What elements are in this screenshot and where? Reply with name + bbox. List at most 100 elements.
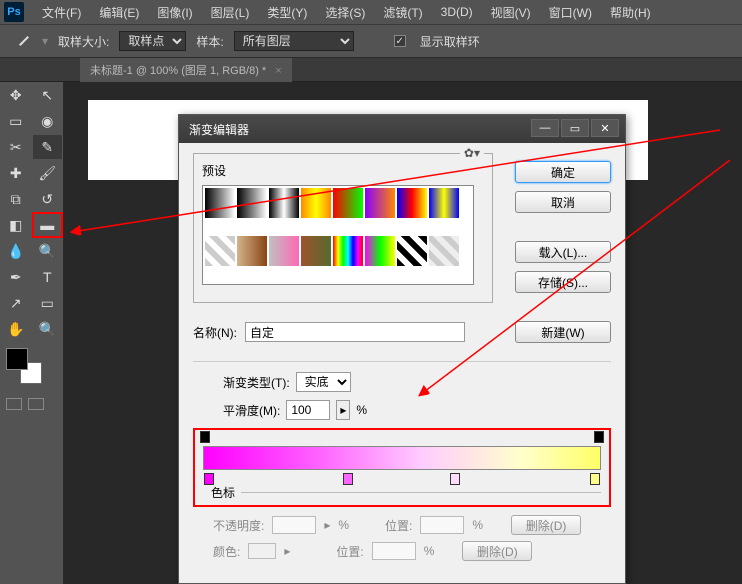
preset-swatch[interactable]	[301, 236, 331, 266]
color-swatches[interactable]	[6, 348, 46, 388]
color-swatch[interactable]	[248, 543, 276, 559]
menu-view[interactable]: 视图(V)	[483, 1, 539, 24]
crop-tool[interactable]: ✂	[1, 135, 31, 159]
screenmode-icon[interactable]	[28, 398, 44, 410]
menu-help[interactable]: 帮助(H)	[602, 1, 659, 24]
preset-swatch[interactable]	[333, 188, 363, 218]
preset-swatch[interactable]	[269, 236, 299, 266]
menu-image[interactable]: 图像(I)	[149, 1, 200, 24]
save-button[interactable]: 存储(S)...	[515, 271, 611, 293]
quickmask-icon[interactable]	[6, 398, 22, 410]
select-tool[interactable]: ↖	[33, 83, 63, 107]
eyedropper-icon	[16, 33, 32, 49]
delete-color-button[interactable]: 删除(D)	[462, 541, 532, 561]
position-label-1: 位置:	[385, 517, 412, 534]
position-input-2[interactable]	[372, 542, 416, 560]
path-tool[interactable]: ↗	[1, 291, 31, 315]
preset-swatch[interactable]	[205, 188, 235, 218]
opacity-input[interactable]	[272, 516, 316, 534]
menu-filter[interactable]: 滤镜(T)	[375, 1, 430, 24]
presets-menu-icon[interactable]: ✿▾	[460, 146, 484, 160]
history-brush-tool[interactable]: ↺	[33, 187, 63, 211]
position-input-1[interactable]	[420, 516, 464, 534]
preset-swatch[interactable]	[365, 236, 395, 266]
color-stop-2[interactable]	[343, 473, 353, 485]
dialog-title: 渐变编辑器	[189, 121, 249, 138]
eraser-tool[interactable]: ◧	[1, 213, 31, 237]
gradient-bar[interactable]	[203, 446, 601, 470]
ok-button[interactable]: 确定	[515, 161, 611, 183]
marquee-tool[interactable]: ▭	[1, 109, 31, 133]
eyedropper-tool[interactable]: ✎	[33, 135, 63, 159]
shape-tool[interactable]: ▭	[33, 291, 63, 315]
zoom-tool[interactable]: 🔍	[33, 317, 63, 341]
preset-swatch[interactable]	[429, 236, 459, 266]
maximize-button[interactable]: ▭	[561, 119, 589, 137]
smooth-label: 平滑度(M):	[223, 402, 280, 419]
name-input[interactable]	[245, 322, 465, 342]
sample-select[interactable]: 所有图层	[234, 31, 354, 51]
gradient-tool[interactable]: ▬	[33, 213, 63, 237]
tab-title: 未标题-1 @ 100% (图层 1, RGB/8) *	[90, 65, 266, 77]
toolbox: ✥↖ ▭◉ ✂✎ ✚🖌 ⧉↺ ◧▬ 💧🔍 ✒T ↗▭ ✋🔍	[0, 82, 64, 584]
cancel-button[interactable]: 取消	[515, 191, 611, 213]
menu-file[interactable]: 文件(F)	[34, 1, 89, 24]
text-tool[interactable]: T	[33, 265, 63, 289]
load-button[interactable]: 载入(L)...	[515, 241, 611, 263]
name-label: 名称(N):	[193, 324, 237, 341]
preset-swatch[interactable]	[301, 188, 331, 218]
document-tab[interactable]: 未标题-1 @ 100% (图层 1, RGB/8) * ×	[80, 58, 292, 82]
preset-swatch[interactable]	[333, 236, 363, 266]
preset-swatch[interactable]	[237, 188, 267, 218]
preset-swatch[interactable]	[397, 188, 427, 218]
smooth-stepper-icon[interactable]: ▸	[336, 400, 350, 420]
show-ring-checkbox[interactable]: ✓	[394, 35, 406, 47]
dialog-titlebar[interactable]: 渐变编辑器 — ▭ ✕	[179, 115, 625, 143]
preset-swatch[interactable]	[397, 236, 427, 266]
app-logo: Ps	[4, 2, 24, 22]
opacity-stop-right[interactable]	[594, 431, 604, 443]
preset-swatch[interactable]	[205, 236, 235, 266]
stamp-tool[interactable]: ⧉	[1, 187, 31, 211]
sample-size-label: 取样大小:	[58, 33, 109, 50]
preset-swatch[interactable]	[269, 188, 299, 218]
hand-tool[interactable]: ✋	[1, 317, 31, 341]
opacity-stop-left[interactable]	[200, 431, 210, 443]
pen-tool[interactable]: ✒	[1, 265, 31, 289]
move-tool[interactable]: ✥	[1, 83, 31, 107]
type-select[interactable]: 实底	[296, 372, 351, 392]
options-bar: ▾ 取样大小: 取样点 样本: 所有图层 ✓ 显示取样环	[0, 24, 742, 58]
document-tabs: 未标题-1 @ 100% (图层 1, RGB/8) * ×	[0, 58, 742, 82]
lasso-tool[interactable]: ◉	[33, 109, 63, 133]
delete-opacity-button[interactable]: 删除(D)	[511, 515, 581, 535]
menu-edit[interactable]: 编辑(E)	[91, 1, 147, 24]
brush-tool[interactable]: 🖌	[33, 161, 63, 185]
minimize-button[interactable]: —	[531, 119, 559, 137]
dodge-tool[interactable]: 🔍	[33, 239, 63, 263]
sample-label: 样本:	[196, 33, 223, 50]
color-stop-4[interactable]	[590, 473, 600, 485]
heal-tool[interactable]: ✚	[1, 161, 31, 185]
preset-swatch[interactable]	[365, 188, 395, 218]
menu-3d[interactable]: 3D(D)	[433, 2, 481, 22]
preset-grid	[202, 185, 474, 285]
close-button[interactable]: ✕	[591, 119, 619, 137]
gradient-editor-dialog: 渐变编辑器 — ▭ ✕ 预设 ✿▾ 确定 取消 载入(L)... 存储(S)..…	[178, 114, 626, 584]
menu-select[interactable]: 选择(S)	[317, 1, 373, 24]
show-ring-label: 显示取样环	[420, 33, 480, 50]
color-stop-3[interactable]	[450, 473, 460, 485]
preset-swatch[interactable]	[429, 188, 459, 218]
color-stop-1[interactable]	[204, 473, 214, 485]
presets-group: 预设 ✿▾	[193, 153, 493, 303]
type-label: 渐变类型(T):	[223, 374, 290, 391]
new-button[interactable]: 新建(W)	[515, 321, 611, 343]
smooth-input[interactable]	[286, 400, 330, 420]
menu-layer[interactable]: 图层(L)	[203, 1, 258, 24]
preset-swatch[interactable]	[237, 236, 267, 266]
close-tab-icon[interactable]: ×	[275, 65, 281, 77]
blur-tool[interactable]: 💧	[1, 239, 31, 263]
position-label-2: 位置:	[336, 543, 363, 560]
sample-size-select[interactable]: 取样点	[119, 31, 186, 51]
menu-window[interactable]: 窗口(W)	[541, 1, 600, 24]
menu-type[interactable]: 类型(Y)	[259, 1, 315, 24]
